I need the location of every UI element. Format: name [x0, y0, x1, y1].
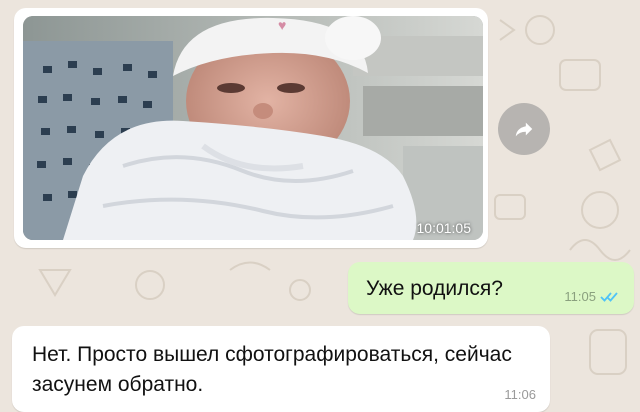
newborn-photo[interactable]: ♥ 10:01:05 — [23, 16, 483, 240]
outgoing-message[interactable]: Уже родился? 11:05 — [348, 262, 634, 314]
message-time: 11:06 — [504, 387, 536, 402]
message-meta: 11:05 — [564, 289, 620, 304]
image-timestamp-overlay: 10:01:05 — [416, 220, 472, 236]
message-text: Нет. Просто вышел сфотографироваться, се… — [32, 343, 512, 396]
photo-illustration: ♥ — [23, 16, 483, 240]
message-text: Уже родился? — [366, 277, 503, 300]
doodle — [588, 138, 622, 172]
doodle — [494, 194, 526, 220]
message-time: 11:05 — [564, 289, 596, 304]
doodle — [38, 269, 72, 297]
incoming-message[interactable]: Нет. Просто вышел сфотографироваться, се… — [12, 326, 550, 412]
doodle — [525, 15, 555, 45]
doodle — [135, 270, 165, 300]
incoming-image-message[interactable]: ♥ 10:01:05 — [14, 8, 488, 248]
doodle — [289, 279, 311, 301]
doodle — [499, 19, 516, 41]
forward-arrow-icon — [515, 122, 533, 137]
forward-button[interactable] — [498, 103, 550, 155]
double-check-icon — [600, 291, 618, 302]
doodle — [589, 329, 627, 375]
doodle — [559, 59, 601, 91]
doodle — [229, 261, 271, 271]
doodle — [581, 191, 619, 229]
hat-print: ♥ — [278, 17, 286, 33]
doodle — [569, 239, 631, 261]
